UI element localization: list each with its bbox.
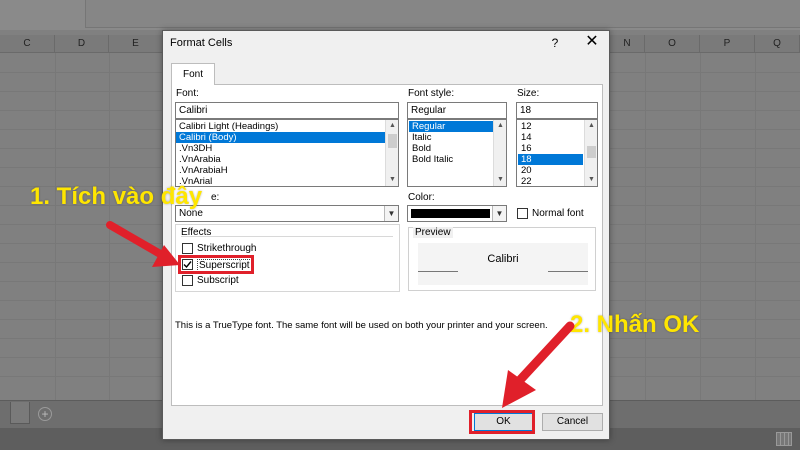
color-swatch (411, 209, 490, 218)
size-input[interactable]: 18 (516, 102, 598, 119)
font-list-item[interactable]: .VnArabiaH (176, 165, 385, 176)
font-input[interactable]: Calibri (175, 102, 399, 119)
size-list-scrollbar[interactable]: ▲ ▼ (584, 120, 597, 186)
sheet-tab[interactable] (10, 402, 30, 424)
column-header-c[interactable]: C (0, 35, 55, 53)
font-list[interactable]: Calibri Light (Headings) Calibri (Body) .V… (175, 119, 399, 187)
size-list-item[interactable]: 12 (518, 121, 583, 132)
font-list-item[interactable]: .VnArial (176, 176, 385, 186)
scroll-up-icon[interactable]: ▲ (586, 121, 597, 131)
column-header-q[interactable]: Q (755, 35, 800, 53)
strikethrough-label: Strikethrough (197, 243, 257, 254)
scroll-thumb[interactable] (587, 146, 596, 158)
font-list-item[interactable]: .VnArabia (176, 154, 385, 165)
font-list-item[interactable]: .Vn3DH (176, 143, 385, 154)
font-style-label: Font style: (408, 88, 455, 99)
arrow-icon (502, 321, 575, 408)
size-list-item[interactable]: 18 (518, 154, 583, 165)
color-label: Color: (408, 192, 435, 203)
preview-baseline (418, 271, 458, 272)
column-header-n[interactable]: N (610, 35, 645, 53)
size-list-item[interactable]: 20 (518, 165, 583, 176)
chevron-down-icon[interactable]: ▼ (384, 206, 398, 221)
scroll-thumb[interactable] (388, 134, 397, 148)
step2-annotation: 2. Nhấn OK (570, 311, 700, 338)
preview-label: Preview (413, 227, 453, 238)
font-style-list-item[interactable]: Bold Italic (409, 154, 494, 165)
scroll-down-icon[interactable]: ▼ (495, 175, 506, 185)
add-sheet-icon[interactable]: + (38, 407, 52, 421)
subscript-label: Subscript (197, 275, 239, 286)
grid-line (645, 53, 646, 400)
step1-annotation: 1. Tích vào đây (30, 183, 203, 210)
column-header-e[interactable]: E (109, 35, 163, 53)
page-layout-view-icon[interactable] (776, 432, 792, 446)
chevron-down-icon[interactable]: ▼ (492, 206, 506, 221)
column-header-o[interactable]: O (645, 35, 700, 53)
close-button[interactable]: ✕ (583, 34, 601, 52)
column-header-p[interactable]: P (700, 35, 755, 53)
column-header-d[interactable]: D (55, 35, 109, 53)
size-list[interactable]: 12 14 16 18 20 22 ▲ ▼ (516, 119, 598, 187)
size-label: Size: (517, 88, 540, 99)
font-style-list-item[interactable]: Bold (409, 143, 494, 154)
font-style-list-item[interactable]: Regular (409, 121, 494, 132)
subscript-checkbox[interactable] (182, 275, 193, 286)
font-list-item[interactable]: Calibri Light (Headings) (176, 121, 385, 132)
scroll-up-icon[interactable]: ▲ (495, 121, 506, 131)
normal-font-label: Normal font (532, 208, 584, 219)
cancel-button[interactable]: Cancel (542, 413, 603, 431)
preview-baseline (548, 271, 588, 272)
help-button[interactable]: ? (547, 35, 563, 51)
preview-text: Calibri (487, 253, 519, 265)
size-list-item[interactable]: 16 (518, 143, 583, 154)
color-select[interactable]: ▼ (407, 205, 507, 222)
scroll-up-icon[interactable]: ▲ (387, 121, 398, 131)
font-list-scrollbar[interactable]: ▲ ▼ (385, 120, 398, 186)
tab-font[interactable]: Font (171, 63, 215, 85)
scroll-down-icon[interactable]: ▼ (387, 175, 398, 185)
underline-label: e: (211, 192, 220, 203)
font-list-item[interactable]: Calibri (Body) (176, 132, 385, 143)
underline-select[interactable]: None ▼ (175, 205, 399, 222)
font-label: Font: (176, 88, 199, 99)
formula-bar (85, 0, 800, 28)
divider (181, 236, 393, 237)
dialog-title: Format Cells (170, 37, 233, 49)
arrow-icon (106, 221, 180, 267)
grid-line (755, 53, 756, 400)
scroll-down-icon[interactable]: ▼ (586, 175, 597, 185)
grid-line (700, 53, 701, 400)
font-style-list[interactable]: Regular Italic Bold Bold Italic ▲ ▼ (407, 119, 507, 187)
font-style-input[interactable]: Regular (407, 102, 507, 119)
ok-highlight (469, 410, 535, 434)
size-list-item[interactable]: 22 (518, 176, 583, 186)
grid-line (55, 53, 56, 400)
superscript-highlight (178, 255, 254, 274)
normal-font-checkbox[interactable] (517, 208, 528, 219)
font-style-list-item[interactable]: Italic (409, 132, 494, 143)
size-list-item[interactable]: 14 (518, 132, 583, 143)
font-style-scrollbar[interactable]: ▲ ▼ (493, 120, 506, 186)
